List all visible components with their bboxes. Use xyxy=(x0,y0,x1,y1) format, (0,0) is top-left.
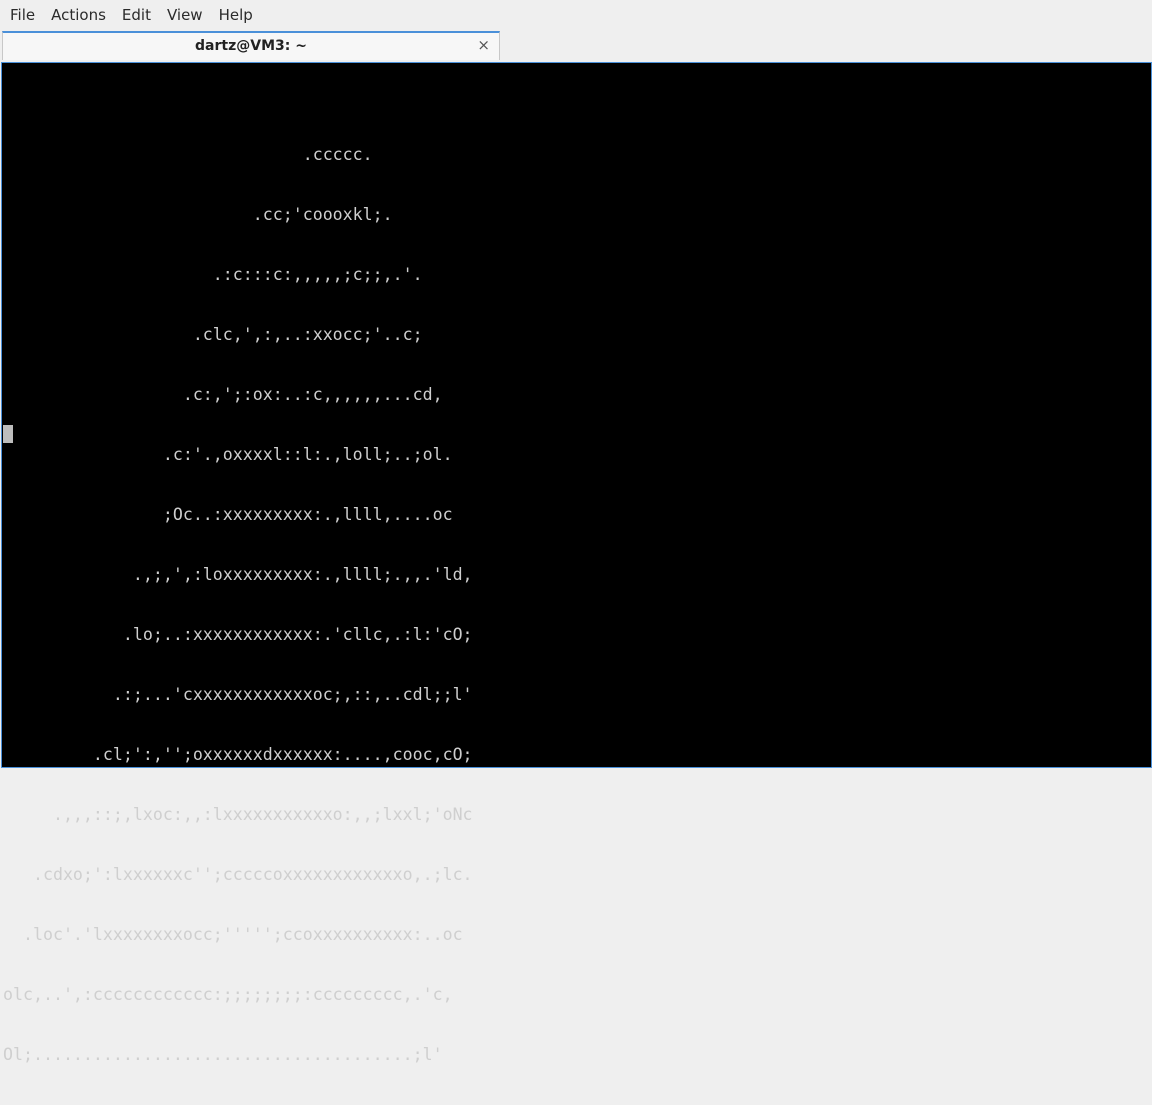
terminal-output: .ccccc. .cc;'coooxkl;. .:c:::c:,,,,,;c;;… xyxy=(3,105,473,1105)
terminal-line: .,;,',:loxxxxxxxxx:.,llll;.,,.'ld, xyxy=(3,565,473,584)
terminal-line: .:;...'cxxxxxxxxxxxxoc;,::,..cdl;;l' xyxy=(3,685,473,704)
terminal-line: .c:'.,oxxxxl::l:.,loll;..;ol. xyxy=(3,445,453,464)
terminal-line: .loc'.'lxxxxxxxxocc;''''';ccoxxxxxxxxxx:… xyxy=(3,925,463,944)
terminal-line: .:c:::c:,,,,,;c;;,.'. xyxy=(3,265,423,284)
tab-bar: dartz@VM3: ~ × xyxy=(0,30,1152,62)
tab-terminal[interactable]: dartz@VM3: ~ × xyxy=(2,31,500,60)
terminal-line: .clc,',:,..:xxocc;'..c; xyxy=(3,325,423,344)
terminal-line: .cl;':,'';oxxxxxxdxxxxxx:....,cooc,cO; xyxy=(3,745,473,764)
terminal-line: .lo;..:xxxxxxxxxxxx:.'cllc,.:l:'cO; xyxy=(3,625,473,644)
terminal-line: .c:,';:ox:..:c,,,,,,...cd, xyxy=(3,385,443,404)
close-icon[interactable]: × xyxy=(477,36,490,54)
terminal-line: .ccccc. xyxy=(3,145,373,164)
terminal-line: ;Oc..:xxxxxxxxx:.,llll,....oc xyxy=(3,505,453,524)
menu-help[interactable]: Help xyxy=(211,2,261,28)
terminal-view[interactable]: .ccccc. .cc;'coooxkl;. .:c:::c:,,,,,;c;;… xyxy=(1,62,1152,1064)
terminal-line: Ol;.....................................… xyxy=(3,1045,443,1064)
terminal-line: .cc;'coooxkl;. xyxy=(3,205,393,224)
menu-file[interactable]: File xyxy=(2,2,43,28)
terminal-line: olc,..',:cccccccccccc:;;;;;;;;:ccccccccc… xyxy=(3,985,453,1004)
tab-title: dartz@VM3: ~ xyxy=(195,38,307,54)
menu-actions[interactable]: Actions xyxy=(43,2,114,28)
menu-bar: File Actions Edit View Help xyxy=(0,0,1152,30)
terminal-line: .,,,::;,lxoc:,,:lxxxxxxxxxxxo:,,;lxxl;'o… xyxy=(3,805,473,824)
terminal-line: .cdxo;':lxxxxxxc'';cccccoxxxxxxxxxxxxo,.… xyxy=(3,865,473,884)
menu-edit[interactable]: Edit xyxy=(114,2,159,28)
menu-view[interactable]: View xyxy=(159,2,211,28)
text-cursor xyxy=(3,425,13,443)
